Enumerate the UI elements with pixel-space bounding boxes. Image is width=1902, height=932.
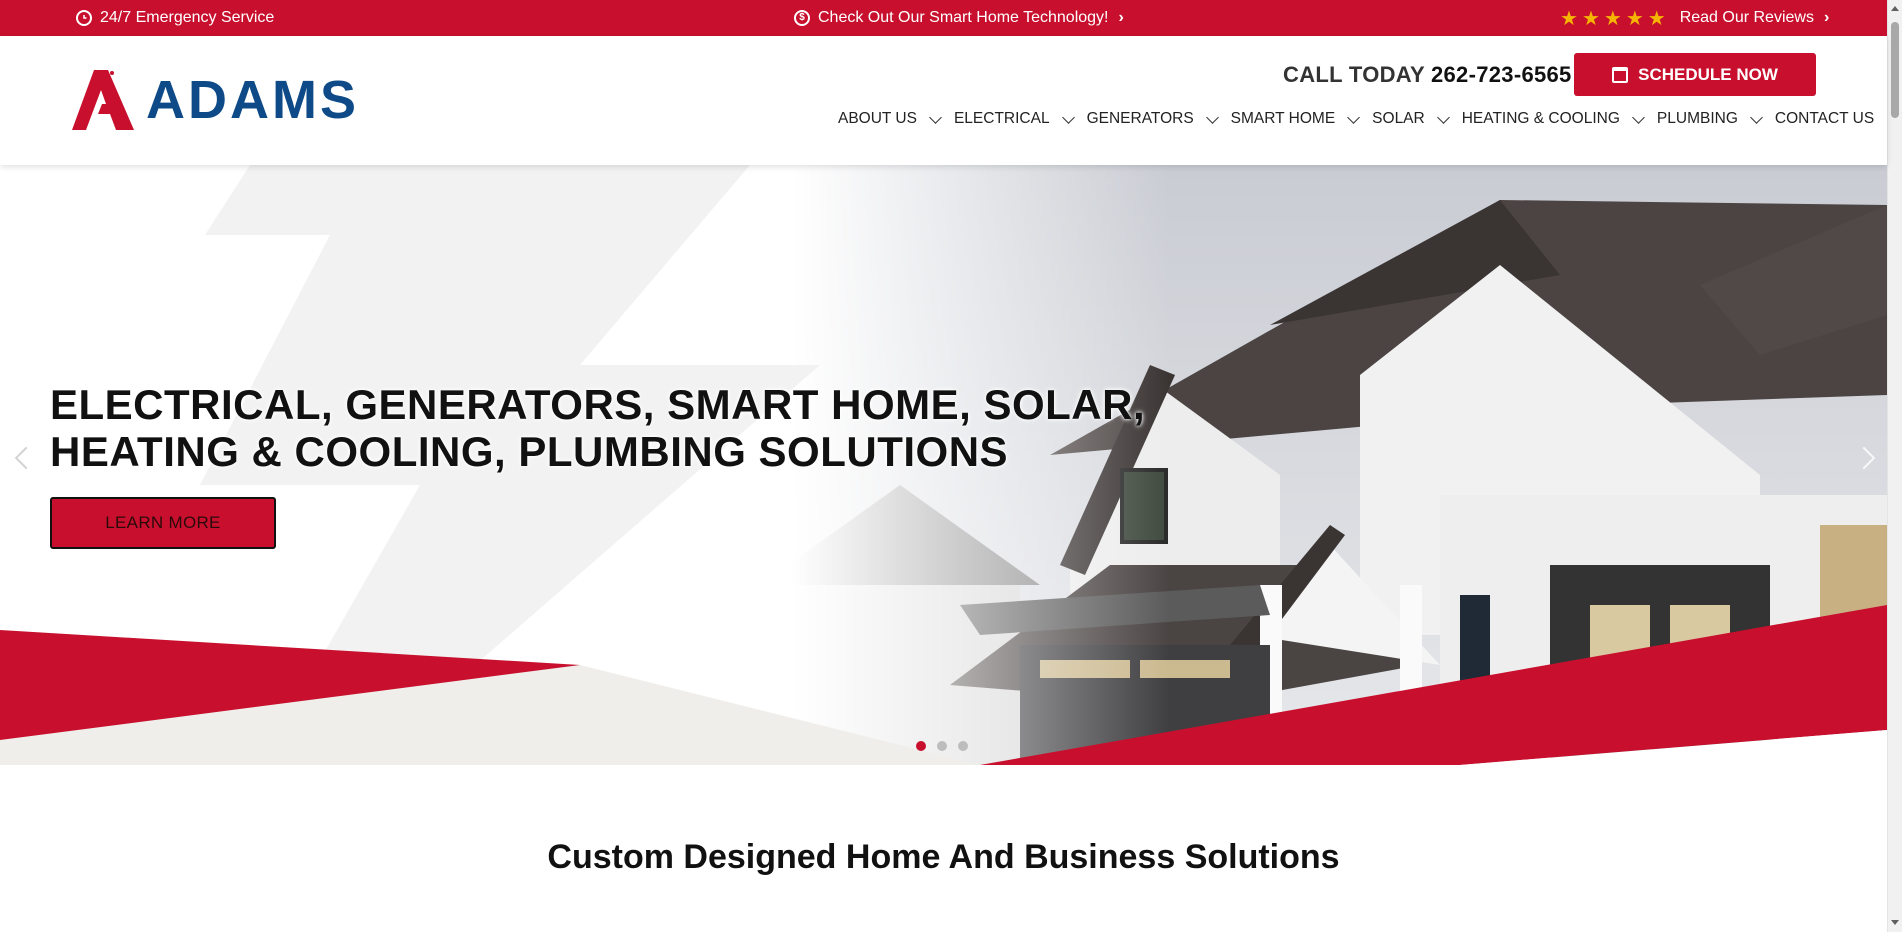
hero-heading-line-1: ELECTRICAL, GENERATORS, SMART HOME, SOLA… <box>50 381 1146 428</box>
section-heading: Custom Designed Home And Business Soluti… <box>547 838 1340 876</box>
site-header: ADAMS CALL TODAY 262-723-6565 SCHEDULE N… <box>0 36 1887 165</box>
nav-item-about-us[interactable]: ABOUT US <box>838 110 954 128</box>
hero-heading: ELECTRICAL, GENERATORS, SMART HOME, SOLA… <box>50 381 1145 475</box>
slider-dot-3[interactable] <box>958 741 968 751</box>
logo[interactable]: ADAMS <box>72 70 359 130</box>
nav-item-label: ABOUT US <box>838 110 917 127</box>
scroll-up-arrow-icon[interactable] <box>1891 6 1899 11</box>
dollar-icon: $ <box>794 10 810 26</box>
chevron-down-icon[interactable] <box>1750 110 1763 124</box>
slider-dot-1[interactable] <box>916 741 926 751</box>
chevron-down-icon[interactable] <box>1061 110 1075 124</box>
nav-item-label: GENERATORS <box>1086 110 1194 127</box>
chevron-down-icon[interactable] <box>1347 110 1361 124</box>
clock-icon <box>76 10 92 26</box>
logo-mark-icon <box>72 70 134 130</box>
smart-home-promo-link[interactable]: $ Check Out Our Smart Home Technology! › <box>794 0 1124 36</box>
call-today[interactable]: CALL TODAY 262-723-6565 <box>1283 62 1572 88</box>
page-scrollbar[interactable] <box>1887 0 1902 932</box>
nav-item-label: CONTACT US <box>1774 110 1875 127</box>
star-icon: ★ <box>1625 7 1644 30</box>
reviews-link[interactable]: ★ ★ ★ ★ ★ Read Our Reviews › <box>1560 0 1829 36</box>
chevron-right-icon: › <box>1118 9 1124 26</box>
hero-heading-line-2: HEATING & COOLING, PLUMBING SOLUTIONS <box>50 428 1009 475</box>
emergency-service-text: 24/7 Emergency Service <box>100 9 275 26</box>
nav-item-heating-cooling[interactable]: HEATING & COOLING <box>1462 110 1657 128</box>
nav-item-solar[interactable]: SOLAR <box>1372 110 1462 128</box>
smart-home-promo-text: Check Out Our Smart Home Technology! <box>818 9 1109 26</box>
star-icon: ★ <box>1581 7 1600 30</box>
slider-pagination <box>916 741 968 751</box>
nav-item-label: ELECTRICAL <box>953 110 1050 127</box>
scrollbar-thumb[interactable] <box>1891 22 1899 118</box>
nav-item-generators[interactable]: GENERATORS <box>1087 110 1231 128</box>
chevron-down-icon[interactable] <box>1436 110 1450 124</box>
chevron-down-icon[interactable] <box>1632 110 1645 124</box>
star-icon: ★ <box>1560 7 1578 30</box>
nav-item-electrical[interactable]: ELECTRICAL <box>954 110 1087 128</box>
chevron-right-icon: › <box>1823 9 1830 26</box>
chevron-down-icon[interactable] <box>1205 110 1219 124</box>
star-icon: ★ <box>1603 7 1622 30</box>
nav-item-label: HEATING & COOLING <box>1461 110 1620 127</box>
call-label: CALL TODAY <box>1283 62 1425 87</box>
nav-item-plumbing[interactable]: PLUMBING <box>1657 110 1775 128</box>
nav-item-contact-us[interactable]: CONTACT US <box>1775 110 1874 128</box>
rating-stars: ★ ★ ★ ★ ★ <box>1560 6 1666 31</box>
schedule-now-label: SCHEDULE NOW <box>1638 64 1778 84</box>
star-icon: ★ <box>1647 7 1666 30</box>
emergency-service-link[interactable]: 24/7 Emergency Service <box>76 0 274 36</box>
scroll-down-arrow-icon[interactable] <box>1891 920 1899 925</box>
nav-item-label: SMART HOME <box>1230 110 1336 127</box>
top-bar: 24/7 Emergency Service $ Check Out Our S… <box>0 0 1887 36</box>
logo-text: ADAMS <box>146 70 359 130</box>
main-nav: ABOUT US ELECTRICAL GENERATORS SMART HOM… <box>838 110 1874 128</box>
calendar-icon <box>1612 66 1629 83</box>
phone-number[interactable]: 262-723-6565 <box>1431 62 1572 87</box>
slider-dot-2[interactable] <box>937 741 947 751</box>
hero-slider: ELECTRICAL, GENERATORS, SMART HOME, SOLA… <box>0 165 1887 765</box>
nav-item-label: SOLAR <box>1372 110 1425 127</box>
nav-item-smart-home[interactable]: SMART HOME <box>1231 110 1373 128</box>
reviews-text: Read Our Reviews <box>1679 9 1814 26</box>
schedule-now-button[interactable]: SCHEDULE NOW <box>1574 53 1816 96</box>
chevron-down-icon[interactable] <box>929 110 942 124</box>
nav-item-label: PLUMBING <box>1656 110 1738 127</box>
learn-more-button[interactable]: LEARN MORE <box>50 497 276 549</box>
